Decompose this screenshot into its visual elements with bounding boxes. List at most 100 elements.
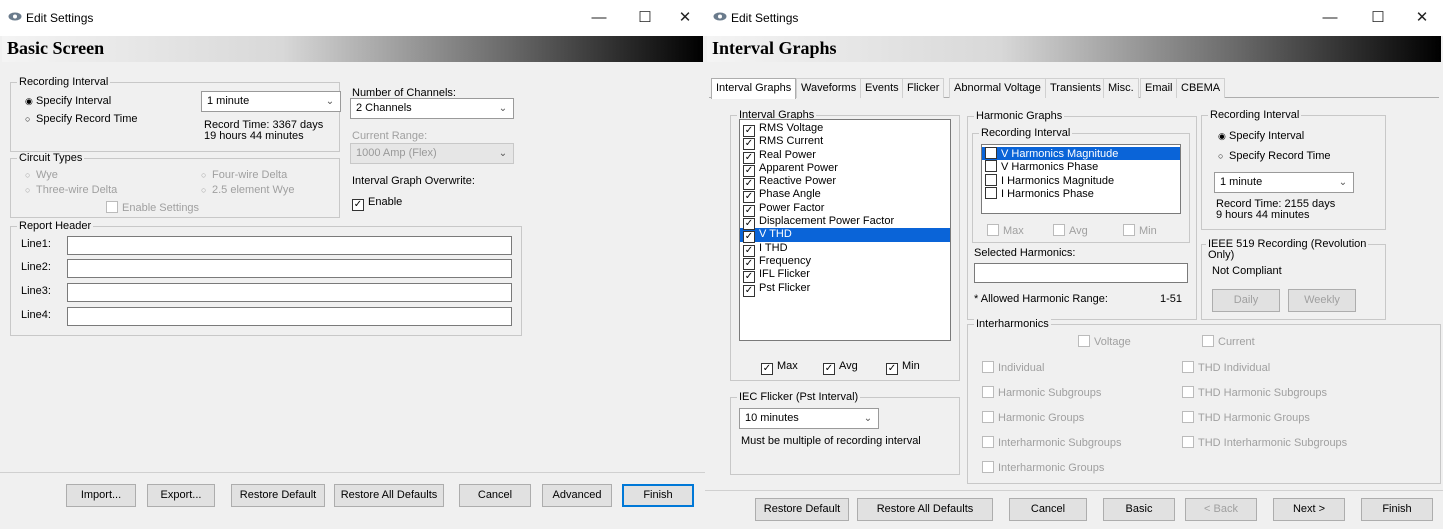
min-checkbox[interactable]: ✓ Min: [886, 360, 920, 375]
chevron-down-icon: ⌄: [863, 413, 873, 424]
group-legend: Circuit Types: [17, 152, 85, 164]
daily-button[interactable]: Daily: [1212, 289, 1280, 312]
line2-input[interactable]: [67, 259, 512, 278]
basic-button[interactable]: Basic: [1103, 498, 1175, 521]
current-range-label: Current Range:: [352, 130, 428, 142]
individual-checkbox[interactable]: Individual: [982, 361, 1044, 374]
harmonic-avg-checkbox[interactable]: Avg: [1053, 224, 1088, 237]
avg-checkbox[interactable]: ✓ Avg: [823, 360, 858, 375]
channels-select[interactable]: 2 Channels ⌄: [350, 98, 514, 119]
list-item[interactable]: ✓ RMS Voltage: [740, 122, 950, 137]
pst-interval-select[interactable]: 10 minutes ⌄: [739, 408, 879, 429]
enable-settings-checkbox[interactable]: Enable Settings: [106, 201, 199, 214]
harmonic-subgroups-checkbox[interactable]: Harmonic Subgroups: [982, 386, 1101, 399]
element-wye-radio[interactable]: ○ 2.5 element Wye: [201, 184, 294, 196]
specify-record-time-radio[interactable]: ○ Specify Record Time: [1218, 150, 1330, 162]
tab-waveforms[interactable]: Waveforms: [796, 78, 862, 98]
allowed-range-label: * Allowed Harmonic Range:: [974, 293, 1108, 305]
minimize-button[interactable]: —: [582, 6, 616, 30]
three-wire-delta-radio[interactable]: ○ Three-wire Delta: [25, 184, 117, 196]
restore-all-defaults-button[interactable]: Restore All Defaults: [334, 484, 444, 507]
harmonic-groups-checkbox[interactable]: Harmonic Groups: [982, 411, 1084, 424]
list-item[interactable]: ✓ Power Factor: [740, 202, 950, 217]
selected-harmonics-input[interactable]: [974, 263, 1188, 283]
list-item-selected[interactable]: V Harmonics Magnitude: [982, 147, 1180, 161]
maximize-button[interactable]: ☐: [1361, 6, 1395, 30]
thd-interharmonic-subgroups-checkbox[interactable]: THD Interharmonic Subgroups: [1182, 436, 1347, 449]
export-button[interactable]: Export...: [147, 484, 215, 507]
current-checkbox[interactable]: Current: [1202, 335, 1255, 348]
list-item[interactable]: ✓ Frequency: [740, 255, 950, 270]
line4-input[interactable]: [67, 307, 512, 326]
list-item[interactable]: ✓ Reactive Power: [740, 175, 950, 191]
recording-interval-group: Recording Interval ◉ Specify Interval ○ Sp…: [1201, 109, 1386, 230]
four-wire-delta-radio[interactable]: ○ Four-wire Delta: [201, 169, 287, 181]
footer-divider: [0, 472, 705, 473]
group-legend: Harmonic Graphs: [974, 110, 1065, 122]
interval-graphs-list[interactable]: ✓ RMS Voltage ✓ RMS Current ✓ Real Power ✓ A…: [739, 119, 951, 341]
minimize-button[interactable]: —: [1313, 6, 1347, 30]
list-item[interactable]: ✓ Displacement Power Factor: [740, 215, 950, 231]
close-button[interactable]: ✕: [1405, 6, 1439, 30]
voltage-checkbox[interactable]: Voltage: [1078, 335, 1131, 348]
finish-button[interactable]: Finish: [622, 484, 694, 507]
harmonic-min-checkbox[interactable]: Min: [1123, 224, 1157, 237]
tab-abnormal-voltage[interactable]: Abnormal Voltage: [949, 78, 1046, 98]
tab-cbema[interactable]: CBEMA: [1176, 78, 1226, 98]
tab-email[interactable]: Email: [1140, 78, 1178, 98]
restore-default-button[interactable]: Restore Default: [231, 484, 325, 507]
list-item[interactable]: ✓ Real Power: [740, 149, 950, 164]
title-bar: Edit Settings — ☐ ✕: [705, 0, 1443, 36]
import-button[interactable]: Import...: [66, 484, 136, 507]
list-item-selected[interactable]: ✓ V THD: [740, 228, 950, 244]
line1-input[interactable]: [67, 236, 512, 255]
back-button[interactable]: < Back: [1185, 498, 1257, 521]
wye-radio[interactable]: ○ Wye: [25, 169, 58, 181]
enable-overwrite-checkbox[interactable]: ✓ Enable: [352, 196, 402, 211]
tab-flicker[interactable]: Flicker: [902, 78, 945, 98]
list-item[interactable]: ✓ Apparent Power: [740, 162, 950, 177]
tab-events[interactable]: Events: [860, 78, 904, 98]
interval-select[interactable]: 1 minute ⌄: [1214, 172, 1354, 193]
selected-harmonics-label: Selected Harmonics:: [974, 247, 1076, 259]
max-checkbox[interactable]: ✓ Max: [761, 360, 798, 375]
list-item[interactable]: I Harmonics Magnitude: [982, 173, 1180, 187]
chevron-down-icon: ⌄: [1338, 177, 1348, 188]
list-item[interactable]: ✓ Pst Flicker: [740, 282, 950, 297]
restore-default-button[interactable]: Restore Default: [755, 498, 849, 521]
tab-misc[interactable]: Misc.: [1103, 78, 1139, 98]
radio-unchecked-icon: ○: [201, 185, 207, 195]
specify-record-time-radio[interactable]: ○ Specify Record Time: [25, 113, 137, 125]
specify-interval-radio[interactable]: ◉ Specify Interval: [1218, 130, 1304, 142]
list-item[interactable]: ✓ Phase Angle: [740, 188, 950, 204]
cancel-button[interactable]: Cancel: [459, 484, 531, 507]
tab-interval-graphs[interactable]: Interval Graphs: [711, 78, 797, 99]
list-item[interactable]: V Harmonics Phase: [982, 160, 1180, 173]
interval-select[interactable]: 1 minute ⌄: [201, 91, 341, 112]
line3-input[interactable]: [67, 283, 512, 302]
restore-all-defaults-button[interactable]: Restore All Defaults: [857, 498, 993, 521]
list-item[interactable]: ✓ IFL Flicker: [740, 268, 950, 284]
next-button[interactable]: Next >: [1273, 498, 1345, 521]
interharmonic-subgroups-checkbox[interactable]: Interharmonic Subgroups: [982, 436, 1122, 449]
thd-individual-checkbox[interactable]: THD Individual: [1182, 361, 1270, 374]
tab-transients[interactable]: Transients: [1045, 78, 1106, 98]
maximize-button[interactable]: ☐: [628, 6, 662, 30]
close-button[interactable]: ✕: [668, 6, 702, 30]
harmonic-max-checkbox[interactable]: Max: [987, 224, 1024, 237]
weekly-button[interactable]: Weekly: [1288, 289, 1356, 312]
harmonics-list[interactable]: V Harmonics Magnitude V Harmonics Phase …: [981, 144, 1181, 214]
advanced-button[interactable]: Advanced: [542, 484, 612, 507]
list-item[interactable]: I Harmonics Phase: [982, 186, 1180, 200]
line2-label: Line2:: [21, 261, 51, 273]
cancel-button[interactable]: Cancel: [1009, 498, 1087, 521]
specify-interval-radio[interactable]: ◉ Specify Interval: [25, 95, 111, 107]
thd-harmonic-groups-checkbox[interactable]: THD Harmonic Groups: [1182, 411, 1310, 424]
app-eye-icon: [713, 12, 727, 21]
list-item[interactable]: ✓ RMS Current: [740, 135, 950, 151]
page-title: Interval Graphs: [712, 38, 837, 58]
thd-harmonic-subgroups-checkbox[interactable]: THD Harmonic Subgroups: [1182, 386, 1327, 399]
list-item[interactable]: ✓ I THD: [740, 242, 950, 257]
finish-button[interactable]: Finish: [1361, 498, 1433, 521]
interharmonic-groups-checkbox[interactable]: Interharmonic Groups: [982, 461, 1104, 474]
